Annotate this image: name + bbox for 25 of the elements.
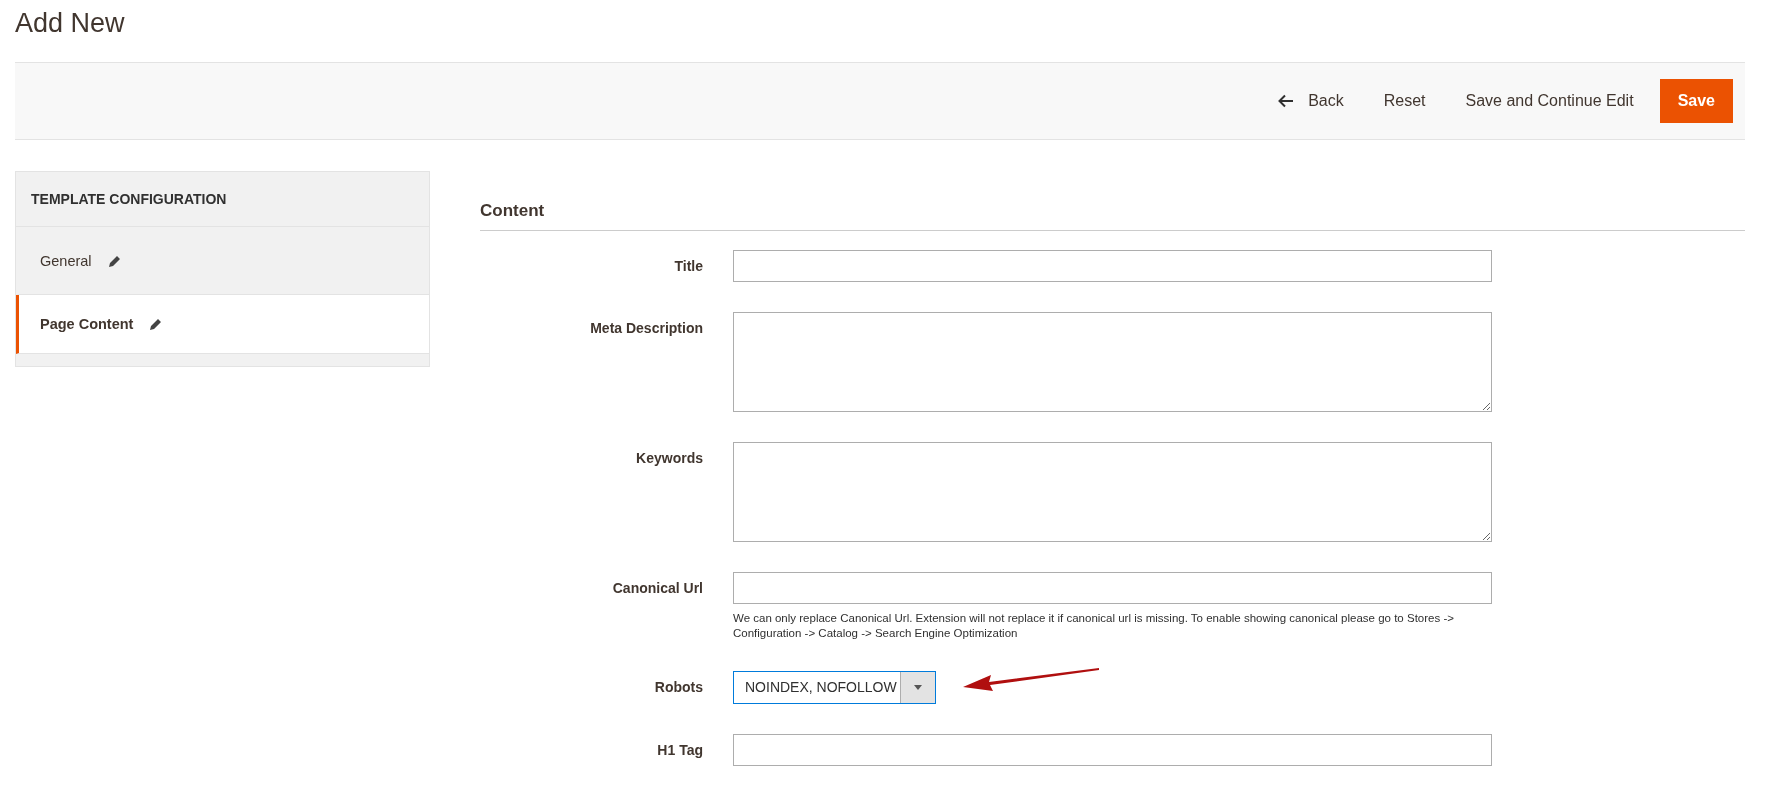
save-and-continue-button[interactable]: Save and Continue Edit bbox=[1451, 84, 1648, 118]
text-area[interactable] bbox=[733, 312, 1492, 412]
left-arrow-icon bbox=[1278, 94, 1295, 108]
field-label: Meta Description bbox=[589, 319, 703, 338]
text-input[interactable] bbox=[733, 250, 1492, 282]
text-area[interactable] bbox=[733, 442, 1492, 542]
reset-button[interactable]: Reset bbox=[1369, 84, 1440, 118]
field-label: H1 Tag bbox=[656, 740, 703, 760]
page-title: Add New bbox=[15, 7, 126, 40]
pencil-icon bbox=[149, 317, 164, 331]
text-input[interactable] bbox=[733, 572, 1492, 604]
sidebar-item[interactable]: Page Content bbox=[16, 295, 429, 354]
field-label: Keywords bbox=[635, 449, 703, 468]
pencil-icon bbox=[107, 253, 122, 268]
text-input[interactable] bbox=[733, 733, 1492, 766]
field-label: Canonical Url bbox=[611, 579, 703, 598]
help-text: We can only replace Canonical Url. Extension will not replace it if canonical url is missing. To enable showing canonical please go to Stores -> Configuration -> Catalog -> Search Engine Optimization bbox=[733, 611, 1455, 641]
field-label: Title bbox=[673, 257, 703, 276]
dropdown-caret-icon bbox=[914, 684, 922, 690]
robots-dropdown[interactable]: NOINDEX, NOFOLLOW bbox=[733, 670, 936, 704]
field-label: Robots bbox=[653, 677, 703, 697]
back-button[interactable]: Back bbox=[1264, 84, 1358, 118]
save-button[interactable]: Save bbox=[1659, 79, 1733, 123]
sidebar-title: TEMPLATE CONFIGURATION bbox=[16, 172, 429, 227]
section-title: Content bbox=[480, 171, 1745, 231]
